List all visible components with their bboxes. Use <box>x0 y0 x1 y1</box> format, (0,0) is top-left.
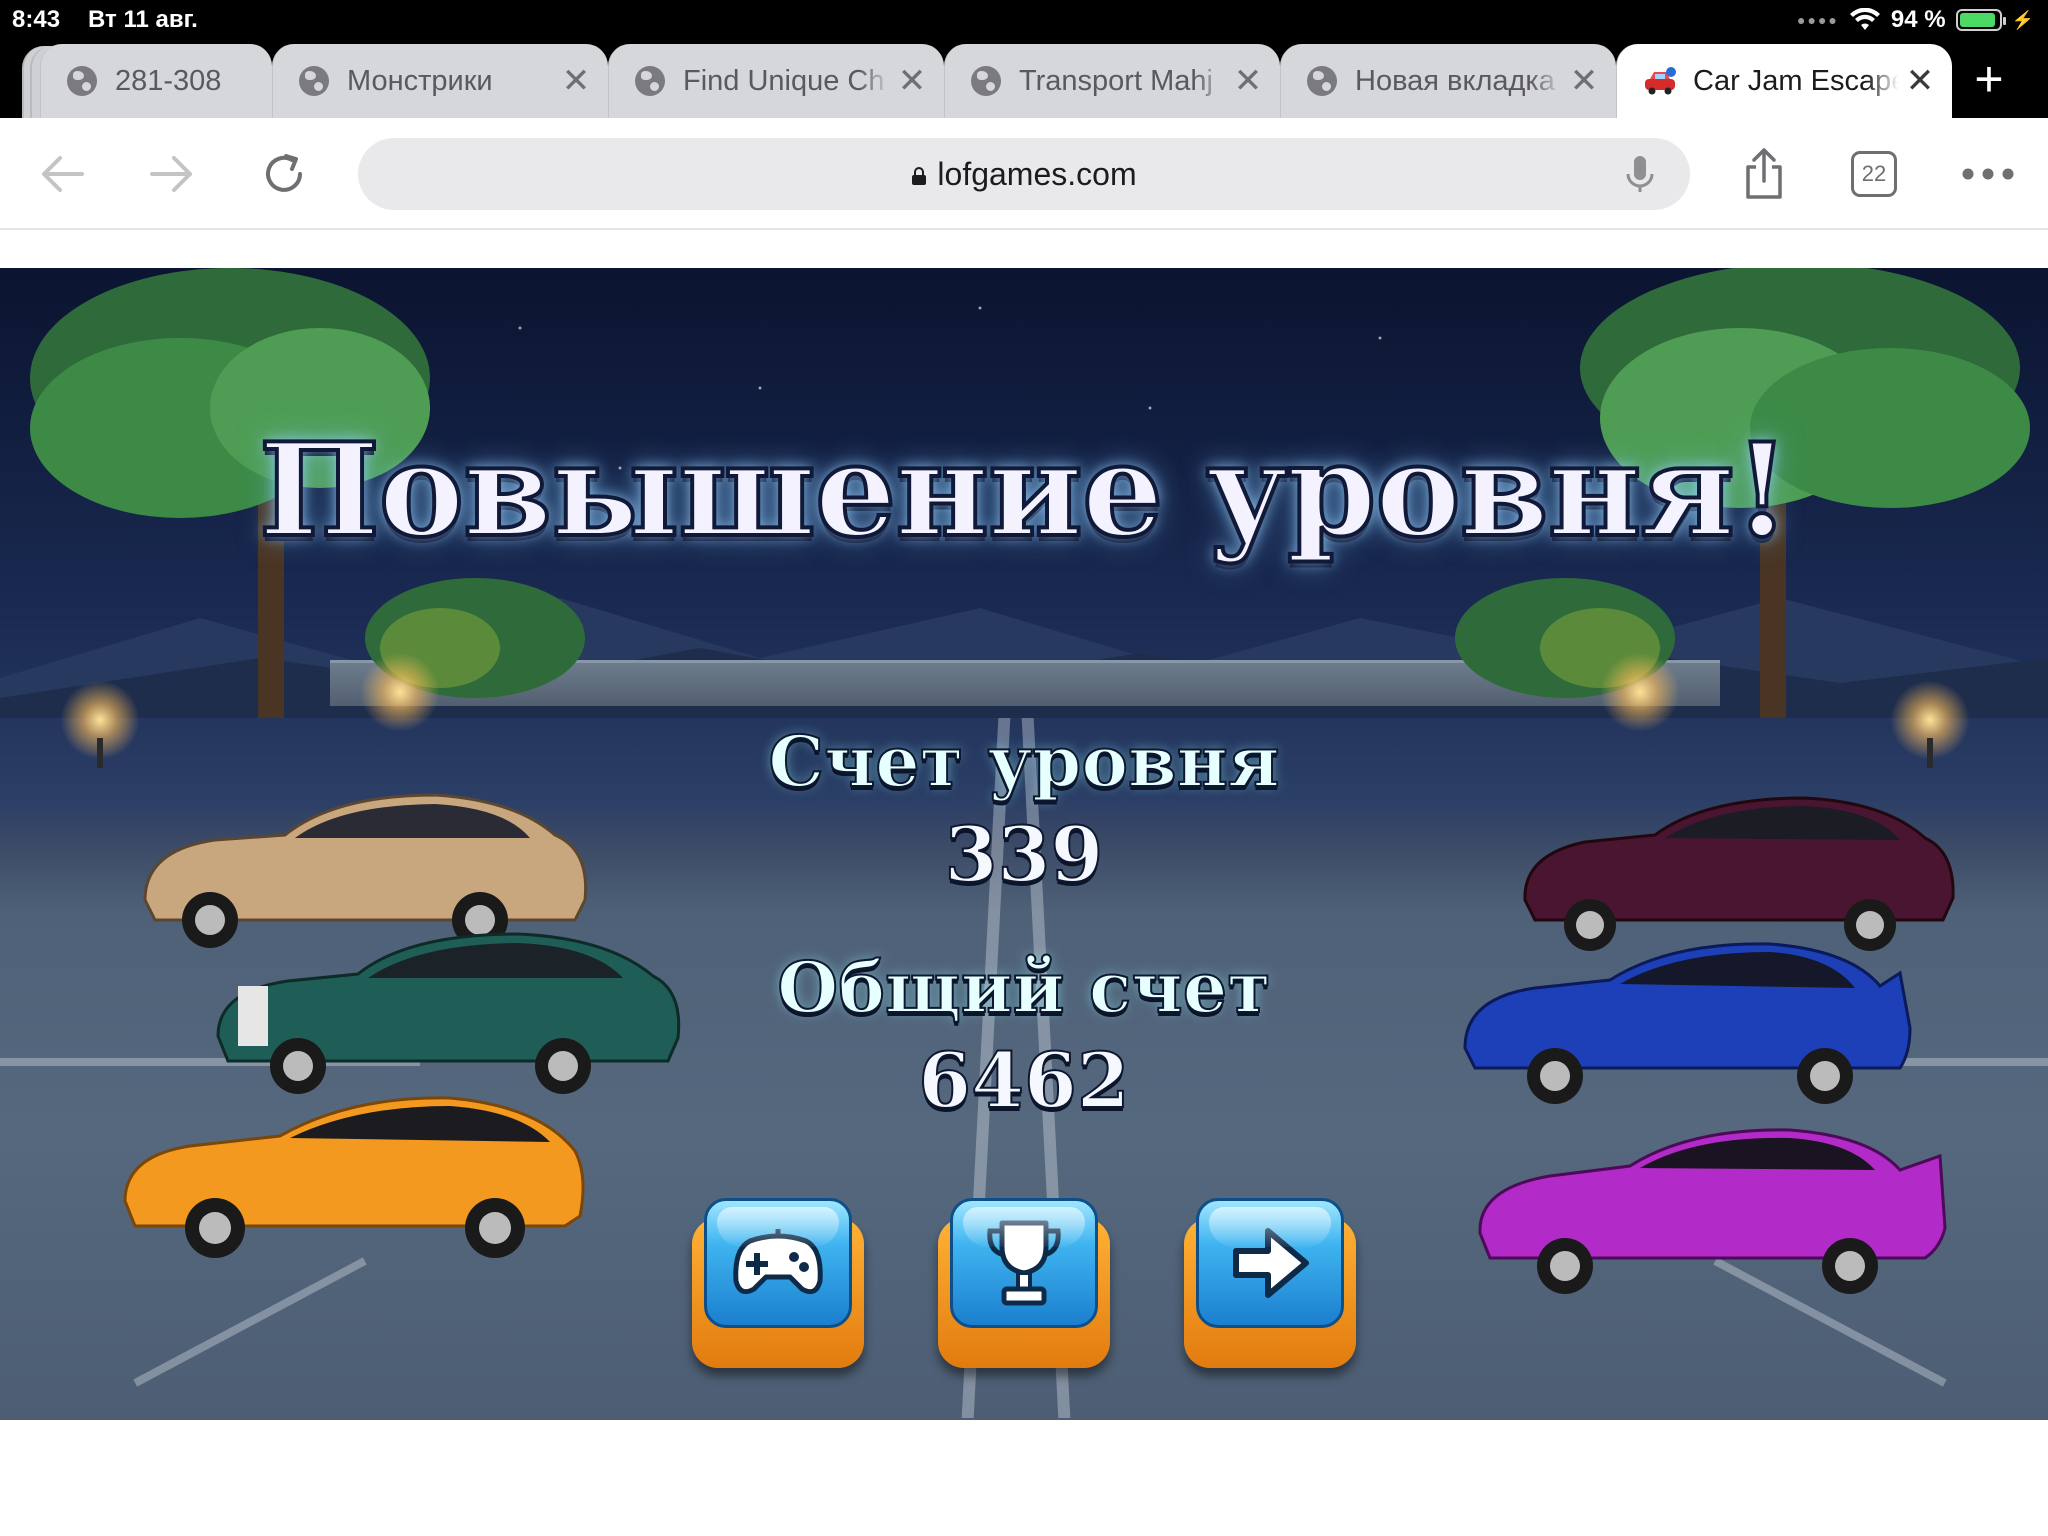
status-bar: 8:43 Вт 11 авг. ●●●● 94 % ⚡ <box>0 0 2048 40</box>
tab-281-308[interactable]: 281-308 <box>40 44 272 118</box>
globe-icon <box>67 66 97 96</box>
level-up-title: Повышение уровня! <box>257 414 1792 568</box>
close-tab-icon[interactable]: ✕ <box>1898 61 1942 101</box>
tab-strip: 281-308 Монстрики ✕ Find Unique Ch ✕ Tra… <box>0 40 2048 118</box>
tab-title: Find Unique Ch <box>683 64 885 97</box>
level-score-value: 339 <box>944 809 1105 900</box>
microphone-icon[interactable] <box>1620 154 1660 194</box>
more-icon <box>1962 168 2014 180</box>
back-button[interactable] <box>30 142 94 206</box>
wifi-icon <box>1849 8 1880 30</box>
share-icon <box>1746 148 1782 199</box>
forward-button[interactable] <box>140 142 204 206</box>
tab-title: Transport Mahj <box>1019 64 1213 97</box>
lock-icon <box>912 167 927 185</box>
next-level-button[interactable] <box>1184 1198 1356 1368</box>
reload-button[interactable] <box>252 142 316 206</box>
share-button[interactable] <box>1732 142 1796 206</box>
status-time: 8:43 <box>12 6 61 33</box>
close-tab-icon[interactable]: ✕ <box>1562 61 1606 101</box>
globe-icon <box>635 66 665 96</box>
tab-transport-mahjong[interactable]: Transport Mahj ✕ <box>944 44 1280 118</box>
total-score-label: Общий счет <box>776 945 1271 1030</box>
tab-car-jam-escape[interactable]: Car Jam Escape ✕ <box>1616 44 1952 118</box>
tab-new-tab[interactable]: Новая вкладка ✕ <box>1280 44 1616 118</box>
tab-title: 281-308 <box>115 64 222 97</box>
tabs-overview-button[interactable]: 22 <box>1842 142 1906 206</box>
tab-monstriki[interactable]: Монстрики ✕ <box>272 44 608 118</box>
charging-icon: ⚡ <box>2011 9 2034 30</box>
arrow-right-icon <box>150 156 192 192</box>
car-icon <box>1645 67 1676 95</box>
battery-percent: 94 % <box>1890 6 1946 33</box>
reload-icon <box>266 154 302 192</box>
browser-toolbar: lofgames.com 22 <box>0 118 2048 230</box>
tab-count-badge: 22 <box>1851 151 1897 197</box>
total-score-value: 6462 <box>917 1035 1131 1126</box>
tab-title: Car Jam Escape <box>1693 64 1898 97</box>
new-tab-button[interactable]: + <box>1954 46 2024 116</box>
battery-icon <box>1955 9 2006 31</box>
status-indicators: ●●●● 94 % ⚡ <box>1797 4 2034 36</box>
leaderboard-button[interactable] <box>938 1198 1110 1368</box>
tab-title: Монстрики <box>347 64 493 97</box>
status-date: Вт 11 авг. <box>88 6 198 33</box>
globe-icon <box>1307 66 1337 96</box>
tab-title: Новая вкладка <box>1355 64 1555 97</box>
globe-icon <box>971 66 1001 96</box>
cellular-signal-icon: ●●●● <box>1797 12 1839 28</box>
car-purple <box>1478 1128 1947 1294</box>
more-menu-button[interactable] <box>1952 142 2024 206</box>
globe-icon <box>299 66 329 96</box>
url-text: lofgames.com <box>937 155 1137 192</box>
arrow-left-icon <box>42 156 84 192</box>
close-tab-icon[interactable]: ✕ <box>890 61 934 101</box>
address-bar[interactable]: lofgames.com <box>358 138 1690 210</box>
games-menu-button[interactable] <box>692 1198 864 1368</box>
close-tab-icon[interactable]: ✕ <box>554 61 598 101</box>
tab-find-unique[interactable]: Find Unique Ch ✕ <box>608 44 944 118</box>
level-score-label: Счет уровня <box>767 719 1280 804</box>
game-canvas[interactable]: Повышение уровня! Счет уровня 339 Общий … <box>0 268 2048 1420</box>
close-tab-icon[interactable]: ✕ <box>1226 61 1270 101</box>
